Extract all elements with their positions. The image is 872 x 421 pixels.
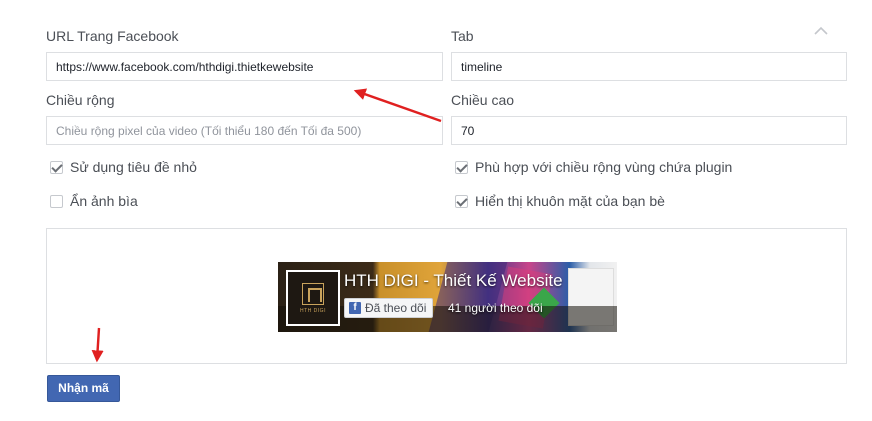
adapt-width-checkbox-row[interactable]: Phù hợp với chiều rộng vùng chứa plugin <box>455 159 732 175</box>
small-header-checkbox-row[interactable]: Sử dụng tiêu đề nhỏ <box>50 159 197 175</box>
follower-count: 41 người theo dõi <box>448 301 543 315</box>
small-header-label: Sử dụng tiêu đề nhỏ <box>70 159 197 175</box>
hide-cover-checkbox[interactable] <box>50 194 63 208</box>
facebook-icon: f <box>349 302 361 314</box>
follow-button[interactable]: f Đã theo dõi <box>344 298 434 318</box>
small-header-checkbox[interactable] <box>50 160 63 174</box>
hide-cover-label: Ẩn ảnh bìa <box>70 193 138 209</box>
url-label: URL Trang Facebook <box>46 28 179 44</box>
hide-cover-checkbox-row[interactable]: Ẩn ảnh bìa <box>50 193 138 209</box>
width-input[interactable] <box>46 116 443 145</box>
tab-input[interactable] <box>451 52 847 81</box>
width-label: Chiều rộng <box>46 92 115 108</box>
show-faces-checkbox-row[interactable]: Hiển thị khuôn mặt của bạn bè <box>455 193 665 209</box>
follow-label: Đã theo dõi <box>365 301 427 315</box>
chevron-up-icon[interactable] <box>812 24 830 38</box>
height-label: Chiều cao <box>451 92 515 108</box>
page-logo[interactable]: HTH DIGI <box>286 270 340 326</box>
page-name-link[interactable]: HTH DIGI - Thiết Kế Website <box>344 271 563 291</box>
get-code-button[interactable]: Nhận mã <box>47 375 120 402</box>
height-input[interactable] <box>451 116 847 145</box>
logo-mark-icon <box>302 282 324 305</box>
show-faces-checkbox[interactable] <box>455 194 468 208</box>
tab-label: Tab <box>451 28 474 44</box>
facebook-page-plugin[interactable]: HTH DIGI HTH DIGI - Thiết Kế Website f Đ… <box>278 262 617 332</box>
adapt-width-label: Phù hợp với chiều rộng vùng chứa plugin <box>475 159 733 175</box>
show-faces-label: Hiển thị khuôn mặt của bạn bè <box>475 193 665 209</box>
logo-text: HTH DIGI <box>300 307 326 314</box>
plugin-preview: HTH DIGI HTH DIGI - Thiết Kế Website f Đ… <box>46 228 847 364</box>
url-input[interactable] <box>46 52 443 81</box>
adapt-width-checkbox[interactable] <box>455 160 468 174</box>
